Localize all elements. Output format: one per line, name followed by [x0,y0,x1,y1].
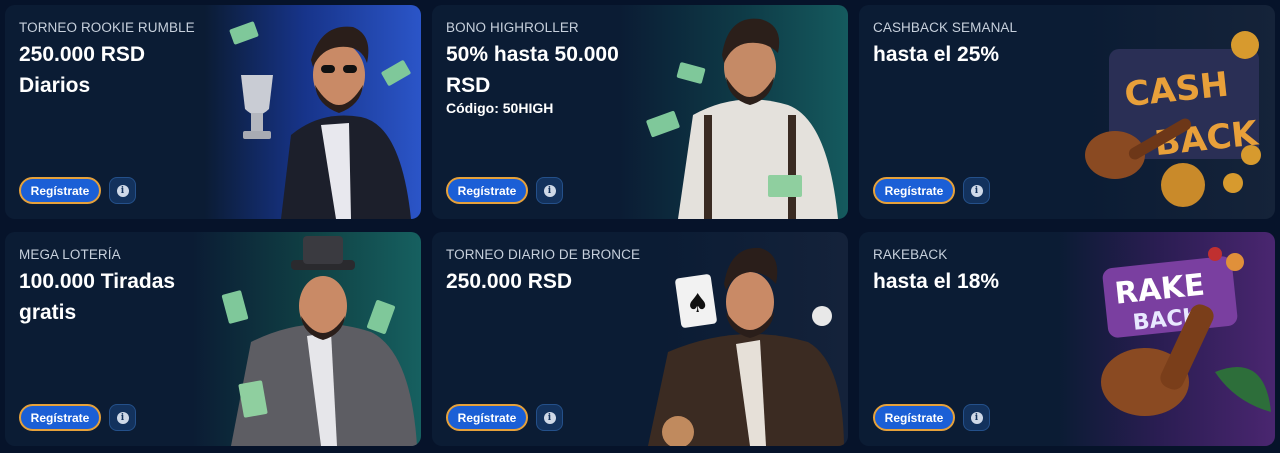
register-button[interactable]: Regístrate [873,177,955,204]
info-icon: i [970,184,983,197]
register-button[interactable]: Regístrate [446,404,528,431]
promo-headline: 50% hasta 50.000 RSD [446,43,619,97]
promotions-grid: TORNEO ROOKIE RUMBLE 250.000 RSD Diarios… [0,0,1280,453]
info-button[interactable]: i [109,404,136,431]
promo-artwork-cashback: CASH BACK [1065,5,1275,219]
promo-headline: hasta el 18% [873,270,1000,293]
info-icon: i [543,184,556,197]
promo-tag: CASHBACK SEMANAL [873,20,1018,35]
register-button[interactable]: Regístrate [873,404,955,431]
promo-tag: TORNEO DIARIO DE BRONCE [446,247,641,262]
promo-artwork-card-man: ♠ [638,232,848,446]
promo-tag: RAKEBACK [873,247,948,262]
promo-card-rookie-rumble[interactable]: TORNEO ROOKIE RUMBLE 250.000 RSD Diarios… [5,5,421,219]
promo-card-bono-highroller[interactable]: BONO HIGHROLLER 50% hasta 50.000 RSD Cód… [432,5,848,219]
promo-tag: BONO HIGHROLLER [446,20,579,35]
register-button[interactable]: Regístrate [19,177,101,204]
promo-card-cashback-semanal[interactable]: CASH BACK CASHBACK SEMANAL hasta el 25% … [859,5,1275,219]
svg-text:♠: ♠ [686,289,709,319]
promo-headline: 250.000 RSD [446,270,573,293]
info-icon: i [970,411,983,424]
register-button[interactable]: Regístrate [19,404,101,431]
promo-card-mega-loteria[interactable]: MEGA LOTERÍA 100.000 Tiradas gratis Regí… [5,232,421,446]
info-button[interactable]: i [963,404,990,431]
promo-tag: TORNEO ROOKIE RUMBLE [19,20,195,35]
info-icon: i [116,184,129,197]
promo-headline: hasta el 25% [873,43,1000,66]
promo-tag: MEGA LOTERÍA [19,247,121,262]
promo-code: Código: 50HIGH [446,100,554,116]
info-icon: i [543,411,556,424]
promo-headline: 250.000 RSD Diarios [19,43,146,97]
promo-card-rakeback[interactable]: RAKE BACK RAKEBACK hasta el 18% Regístra… [859,232,1275,446]
promo-artwork-rakeback: RAKE BACK [1065,232,1275,446]
promo-artwork-highroller-man [638,5,848,219]
info-button[interactable]: i [963,177,990,204]
info-button[interactable]: i [536,177,563,204]
promo-artwork-trophy-man [211,5,421,219]
info-button[interactable]: i [536,404,563,431]
register-button[interactable]: Regístrate [446,177,528,204]
promo-headline: 100.000 Tiradas gratis [19,270,176,324]
promo-artwork-top-hat-man [211,232,421,446]
info-button[interactable]: i [109,177,136,204]
info-icon: i [116,411,129,424]
promo-card-torneo-bronce[interactable]: ♠ TORNEO DIARIO DE BRONCE 250.000 RSD Re… [432,232,848,446]
